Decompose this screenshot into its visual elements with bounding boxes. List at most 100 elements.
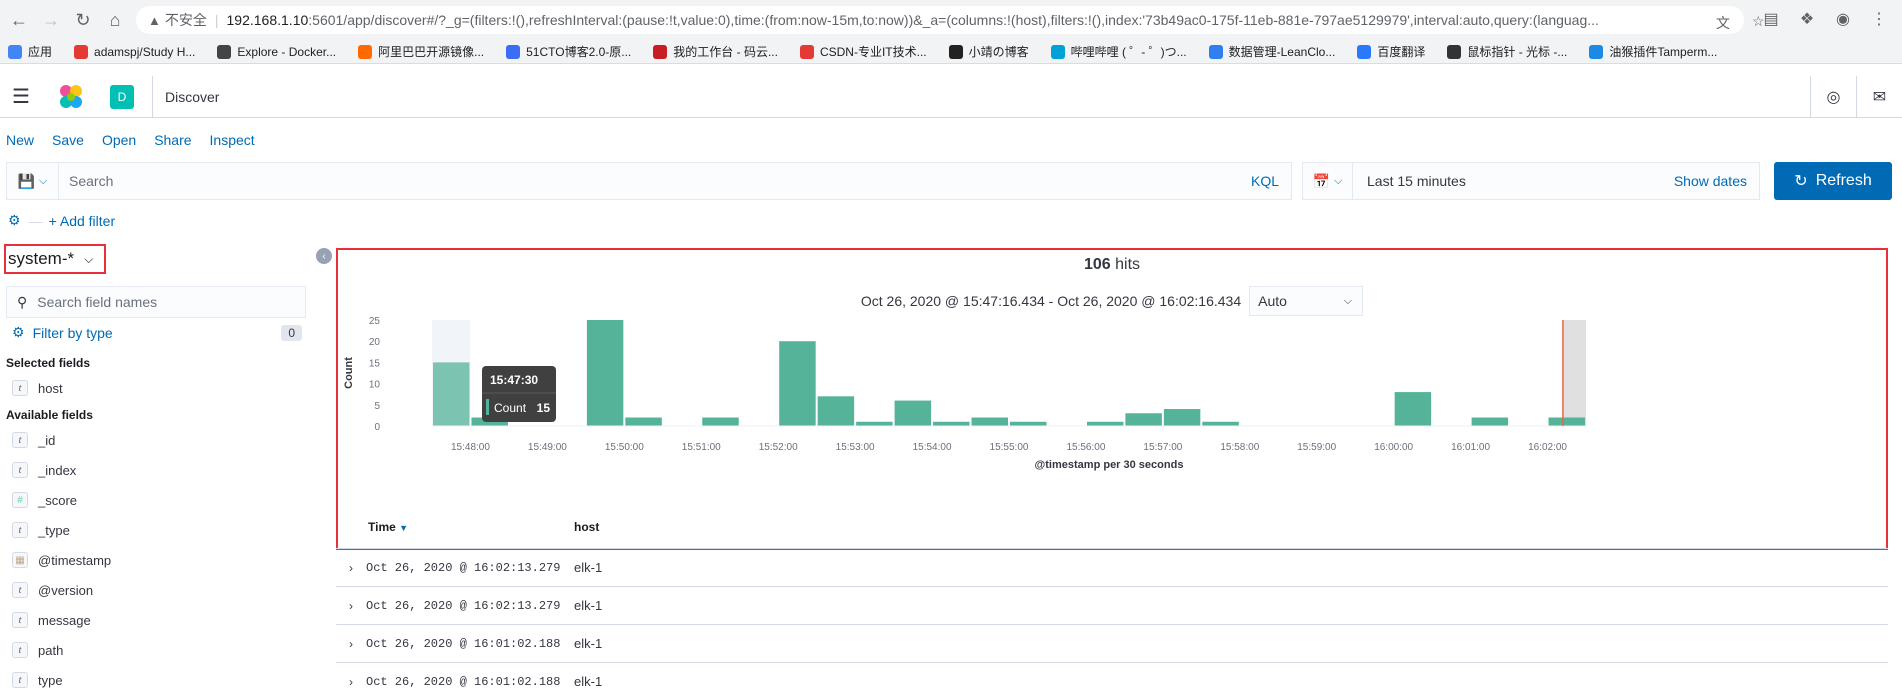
bookmark-item[interactable]: 应用	[8, 43, 52, 60]
top-nav-share[interactable]: Share	[154, 132, 191, 148]
index-pattern-selector[interactable]: system-* ⌵	[4, 244, 106, 274]
histogram-bar[interactable]	[1010, 421, 1047, 426]
bookmark-item[interactable]: 哔哩哔哩 ( ゜- ゜)つ...	[1050, 43, 1187, 60]
histogram-bar[interactable]	[625, 417, 662, 426]
bookmark-item[interactable]: 数据管理-LeanClo...	[1208, 43, 1335, 60]
menu-dots-icon[interactable]: ⋮	[1868, 8, 1890, 30]
histogram-bar[interactable]	[1163, 409, 1201, 426]
field-item[interactable]: t _index	[12, 462, 76, 478]
kibana-header: ☰ D Discover ◎ ✉	[0, 75, 1902, 118]
histogram-bar[interactable]	[1471, 417, 1509, 426]
bookmark-item[interactable]: 51CTO博客2.0-原...	[506, 43, 631, 60]
histogram-bar[interactable]	[817, 396, 855, 426]
histogram-bar[interactable]	[971, 417, 1008, 426]
collapse-sidebar-icon[interactable]: ‹	[316, 248, 332, 264]
query-language-button[interactable]: KQL	[1251, 173, 1279, 189]
newsfeed-mail-icon[interactable]: ✉	[1856, 76, 1902, 118]
chevron-down-icon: ⌵	[39, 174, 48, 187]
field-item[interactable]: t host	[12, 380, 63, 396]
histogram-bar[interactable]	[586, 320, 624, 426]
elastic-logo-icon[interactable]	[56, 82, 86, 112]
translate-icon[interactable]: 文	[1716, 13, 1732, 31]
string-type-icon: t	[12, 612, 28, 628]
histogram-bar[interactable]	[1202, 421, 1239, 426]
refresh-button[interactable]: ↻ Refresh	[1774, 162, 1892, 200]
address-bar[interactable]: ▲ 不安全 | 192.168.1.10:5601/app/discover#/…	[136, 6, 1744, 34]
back-icon[interactable]: ←	[6, 7, 32, 33]
field-item[interactable]: # _score	[12, 492, 77, 508]
string-type-icon: t	[12, 462, 28, 478]
field-item[interactable]: t message	[12, 612, 91, 628]
x-tick-label: 16:01:00	[1451, 442, 1490, 453]
reload-icon[interactable]: ↻	[70, 7, 96, 33]
table-row[interactable]: › Oct 26, 2020 @ 16:02:13.279 elk-1	[336, 586, 1888, 624]
top-nav-save[interactable]: Save	[52, 132, 84, 148]
bookmark-item[interactable]: 油猴插件Tamperm...	[1589, 43, 1717, 60]
hamburger-menu-icon[interactable]: ☰	[0, 76, 42, 118]
forward-icon[interactable]: →	[38, 7, 64, 33]
filter-by-type-button[interactable]: ⚙ Filter by type 0	[12, 324, 302, 341]
hits-number: 106	[1083, 256, 1111, 273]
bookmark-item[interactable]: CSDN-专业IT技术...	[799, 43, 927, 60]
insecure-label: 不安全	[164, 12, 207, 28]
add-filter-button[interactable]: + Add filter	[49, 213, 116, 229]
field-search[interactable]: ⚲ Search field names	[6, 286, 306, 318]
extension-icon[interactable]: ▤	[1760, 8, 1782, 30]
field-item[interactable]: t @version	[12, 582, 93, 598]
sort-desc-icon: ▼	[399, 523, 409, 533]
bookmark-item[interactable]: 百度翻译	[1357, 43, 1425, 60]
top-nav-open[interactable]: Open	[102, 132, 136, 148]
histogram-bar[interactable]	[702, 417, 739, 426]
top-nav-inspect[interactable]: Inspect	[210, 132, 255, 148]
table-row[interactable]: › Oct 26, 2020 @ 16:02:13.279 elk-1	[336, 548, 1888, 586]
bookmark-item[interactable]: adamspj/Study H...	[74, 44, 195, 59]
histogram-bar[interactable]	[1548, 417, 1585, 426]
warning-icon: ▲	[148, 12, 161, 28]
bookmark-item[interactable]: Explore - Docker...	[217, 44, 336, 59]
expand-row-icon[interactable]: ›	[336, 599, 366, 613]
field-item[interactable]: ▦ @timestamp	[12, 552, 111, 568]
table-row[interactable]: › Oct 26, 2020 @ 16:01:02.188 elk-1	[336, 624, 1888, 662]
puzzle-icon[interactable]: ❖	[1796, 8, 1818, 30]
column-header-time[interactable]: Time ▼	[368, 520, 408, 534]
histogram-bar[interactable]	[433, 362, 470, 426]
expand-row-icon[interactable]: ›	[336, 561, 366, 575]
expand-row-icon[interactable]: ›	[336, 675, 366, 689]
histogram-chart[interactable]: 0 5 10 15 20 25 Count 15:48:00 15:49:00 15:50:00 1…	[338, 316, 1886, 476]
x-tick-label: 15:57:00	[1143, 442, 1182, 453]
profile-icon[interactable]: ◉	[1832, 8, 1854, 30]
histogram-bar[interactable]	[779, 341, 816, 426]
field-item[interactable]: t _id	[12, 432, 55, 448]
table-row[interactable]: › Oct 26, 2020 @ 16:01:02.188 elk-1	[336, 662, 1888, 700]
top-nav-new[interactable]: New	[6, 132, 34, 148]
bookmark-item[interactable]: 我的工作台 - 码云...	[653, 43, 778, 60]
expand-row-icon[interactable]: ›	[336, 637, 366, 651]
date-range-text[interactable]: Last 15 minutes	[1353, 173, 1674, 189]
histogram-bar[interactable]	[933, 421, 970, 426]
bookmark-item[interactable]: 阿里巴巴开源镜像...	[358, 43, 484, 60]
histogram-bar[interactable]	[1086, 421, 1124, 426]
time-range-row: Oct 26, 2020 @ 15:47:16.434 - Oct 26, 20…	[338, 286, 1886, 316]
time-range-text: Oct 26, 2020 @ 15:47:16.434 - Oct 26, 20…	[860, 293, 1242, 309]
histogram-bar[interactable]	[1125, 413, 1162, 426]
filter-options-icon[interactable]: ⚙	[8, 212, 21, 229]
quick-menu-button[interactable]: 📅 ⌵	[1303, 162, 1353, 200]
histogram-bar[interactable]	[1394, 392, 1432, 426]
field-item[interactable]: t _type	[12, 522, 70, 538]
field-item[interactable]: t type	[12, 672, 63, 688]
space-avatar[interactable]: D	[110, 84, 134, 109]
string-type-icon: t	[12, 432, 28, 448]
saved-query-button[interactable]: 💾 ⌵	[7, 162, 59, 200]
show-dates-button[interactable]: Show dates	[1674, 173, 1747, 189]
histogram-bar[interactable]	[894, 400, 932, 426]
histogram-bar[interactable]	[856, 421, 893, 426]
field-item[interactable]: t path	[12, 642, 63, 658]
filter-type-icon: ⚙	[12, 324, 25, 340]
column-header-host[interactable]: host	[574, 520, 599, 534]
help-icon[interactable]: ◎	[1810, 76, 1856, 118]
interval-select[interactable]: Auto ⌵	[1249, 286, 1364, 316]
search-input[interactable]	[59, 163, 1251, 199]
bookmark-item[interactable]: 鼠标指针 - 光标 -...	[1447, 43, 1567, 60]
bookmark-item[interactable]: 小靖の博客	[948, 43, 1029, 60]
home-icon[interactable]: ⌂	[102, 7, 128, 33]
